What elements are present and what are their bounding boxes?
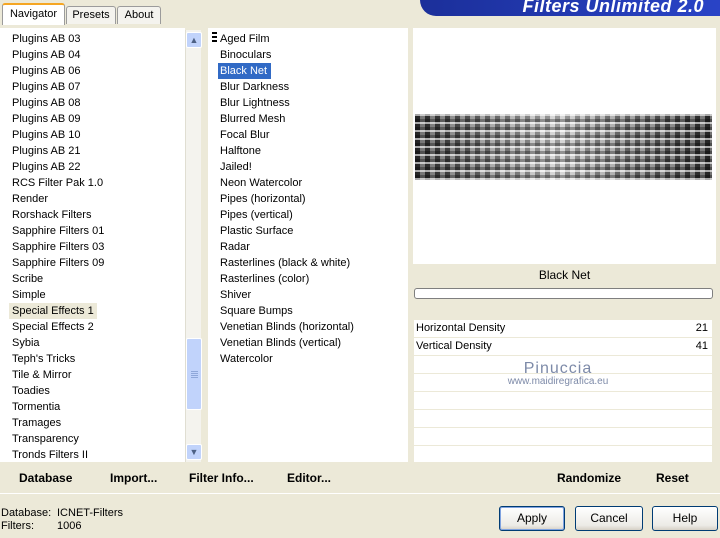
filter-item[interactable]: Halftone [218,145,261,157]
chevron-down-icon: ▼ [189,447,199,457]
filter-item[interactable]: Plastic Surface [218,225,293,237]
filter-item[interactable]: Radar [218,241,250,253]
filter-info-button[interactable]: Filter Info... [189,471,254,485]
database-button[interactable]: Database [19,471,72,485]
category-item[interactable]: Sapphire Filters 03 [0,239,185,255]
app-title: Filters Unlimited 2.0 [522,0,704,16]
title-banner: Filters Unlimited 2.0 [420,0,720,16]
filter-item[interactable]: Jailed! [218,161,252,173]
category-item[interactable]: Tile & Mirror [0,367,185,383]
parameter-name: Vertical Density [416,340,492,352]
category-item[interactable]: Special Effects 1 [9,303,97,319]
category-item[interactable]: Plugins AB 21 [0,143,185,159]
category-item[interactable]: Toadies [0,383,185,399]
category-item[interactable]: Tronds Filters II [0,447,185,463]
filter-item[interactable]: Pipes (vertical) [218,209,293,221]
category-item[interactable]: Plugins AB 07 [0,79,185,95]
filter-item[interactable]: Focal Blur [218,129,270,141]
filter-item[interactable]: Rasterlines (black & white) [218,257,350,269]
category-item[interactable]: Scribe [0,271,185,287]
parameter-row[interactable]: Horizontal Density 21 [414,320,712,338]
randomize-button[interactable]: Randomize [557,471,621,485]
category-item[interactable]: Plugins AB 08 [0,95,185,111]
filter-item[interactable]: Shiver [218,289,251,301]
import-button[interactable]: Import... [110,471,157,485]
watermark-site: www.maidiregrafica.eu [507,376,609,387]
parameter-row[interactable]: Vertical Density 41 [414,338,712,356]
tab-about[interactable]: About [117,6,161,24]
category-item[interactable]: Plugins AB 10 [0,127,185,143]
category-item[interactable]: Sybia [0,335,185,351]
filter-item[interactable]: Square Bumps [218,305,293,317]
category-item[interactable]: Sapphire Filters 09 [0,255,185,271]
filter-item[interactable]: Black Net [218,63,272,79]
category-item[interactable]: Tormentia [0,399,185,415]
filter-item[interactable]: Watercolor [218,353,273,365]
category-item[interactable]: Transparency [0,431,185,447]
filter-item[interactable]: Aged Film [218,33,270,45]
status-database-label: Database: [1,507,52,519]
filter-item[interactable]: Neon Watercolor [218,177,302,189]
filter-item[interactable]: Blur Darkness [218,81,289,93]
filter-item[interactable]: Blur Lightness [218,97,290,109]
grip-icon [191,371,198,379]
status-database-value: ICNET-Filters [57,507,123,519]
category-item[interactable]: Special Effects 2 [0,319,185,335]
category-scrollbar[interactable]: ▲ ▼ [185,30,202,462]
tab-presets[interactable]: Presets [66,6,116,24]
category-item[interactable]: Plugins AB 03 [0,31,185,47]
filter-item[interactable]: Rasterlines (color) [218,273,309,285]
reset-button[interactable]: Reset [656,471,689,485]
tab-navigator[interactable]: Navigator [2,3,65,25]
category-item[interactable]: Simple [0,287,185,303]
chevron-up-icon: ▲ [189,35,199,45]
parameter-value[interactable]: 41 [696,338,708,355]
scroll-thumb[interactable] [186,338,202,410]
preview-area [413,28,716,264]
preview-image [415,114,712,180]
category-item[interactable]: Plugins AB 04 [0,47,185,63]
parameter-name: Horizontal Density [416,322,506,334]
help-button[interactable]: Help [652,506,718,531]
filter-list[interactable]: Aged Film Binoculars Black Net Blur Darknes… [208,28,408,462]
editor-button[interactable]: Editor... [287,471,331,485]
watermark: Pinuccia www.maidiregrafica.eu [488,360,628,387]
category-item[interactable]: Plugins AB 22 [0,159,185,175]
category-item[interactable]: Sapphire Filters 01 [0,223,185,239]
filter-item[interactable]: Binoculars [218,49,271,61]
category-item[interactable]: Plugins AB 09 [0,111,185,127]
category-item[interactable]: Teph's Tricks [0,351,185,367]
cancel-button[interactable]: Cancel [575,506,643,531]
progress-bar [414,288,713,299]
category-item[interactable]: Render [0,191,185,207]
filter-item[interactable]: Pipes (horizontal) [218,193,306,205]
preview-label: Black Net [538,268,591,282]
filter-item[interactable]: Venetian Blinds (vertical) [218,337,341,349]
status-filters-label: Filters: [1,520,34,532]
scroll-up-button[interactable]: ▲ [186,32,202,48]
list-grip-icon [212,32,217,42]
category-item[interactable]: RCS Filter Pak 1.0 [0,175,185,191]
apply-button[interactable]: Apply [499,506,565,531]
category-item[interactable]: Plugins AB 06 [0,63,185,79]
status-filters-value: 1006 [57,520,82,532]
parameter-value[interactable]: 21 [696,320,708,337]
scroll-down-button[interactable]: ▼ [186,444,202,460]
category-item[interactable]: Rorshack Filters [0,207,185,223]
filter-item[interactable]: Blurred Mesh [218,113,285,125]
category-list[interactable]: Plugins AB 03 Plugins AB 04 Plugins AB 06 P… [0,28,185,462]
category-item[interactable]: Tramages [0,415,185,431]
filter-item[interactable]: Venetian Blinds (horizontal) [218,321,354,333]
